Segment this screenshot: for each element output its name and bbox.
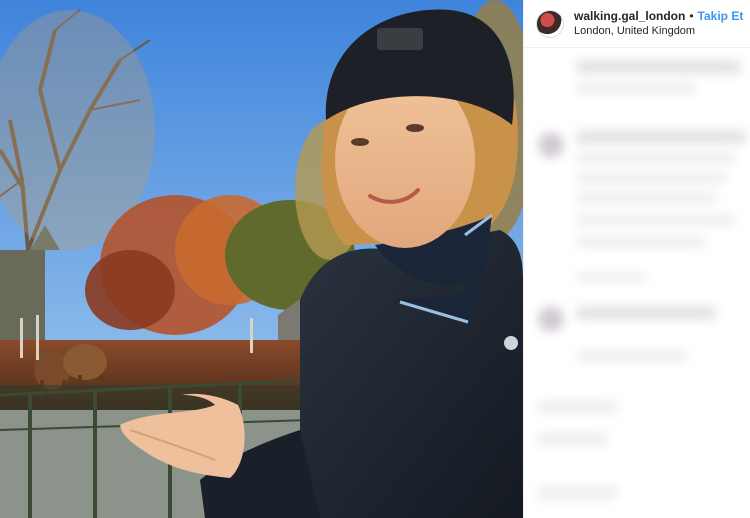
post-photo: [0, 0, 523, 518]
avatar-image[interactable]: [536, 9, 564, 38]
blurred-line: [576, 172, 726, 184]
header-top-row: walking.gal_london • Takip Et: [574, 8, 744, 24]
blurred-avatar: [538, 132, 564, 158]
blurred-line: [538, 486, 618, 500]
blurred-line: [538, 400, 618, 414]
location-link[interactable]: London, United Kingdom: [574, 25, 742, 39]
instagram-post: walking.gal_london • Takip Et London, Un…: [0, 0, 750, 518]
post-header: walking.gal_london • Takip Et London, Un…: [524, 0, 750, 48]
separator-dot: •: [689, 8, 694, 23]
beanie-patch: [377, 28, 423, 50]
photo-illustration: [0, 0, 523, 518]
blurred-line: [538, 432, 608, 446]
blurred-line: [576, 60, 741, 74]
blurred-line: [576, 152, 736, 164]
blurred-line: [576, 192, 716, 204]
post-sidebar: walking.gal_london • Takip Et London, Un…: [523, 0, 750, 518]
blurred-line: [576, 130, 746, 144]
blurred-line: [576, 82, 696, 94]
eye-left: [351, 138, 369, 146]
coat-button: [504, 336, 518, 350]
autumn-tree: [85, 250, 175, 330]
blurred-line: [576, 236, 706, 248]
username-link[interactable]: walking.gal_london: [574, 9, 685, 24]
blurred-line: [576, 214, 736, 226]
follow-button[interactable]: Takip Et: [698, 9, 744, 24]
blurred-line: [576, 350, 686, 362]
eye-right: [406, 124, 424, 132]
blurred-line: [576, 306, 716, 320]
blurred-avatar: [538, 306, 564, 332]
blurred-line: [576, 272, 646, 282]
header-text: walking.gal_london • Takip Et London, Un…: [574, 8, 744, 39]
